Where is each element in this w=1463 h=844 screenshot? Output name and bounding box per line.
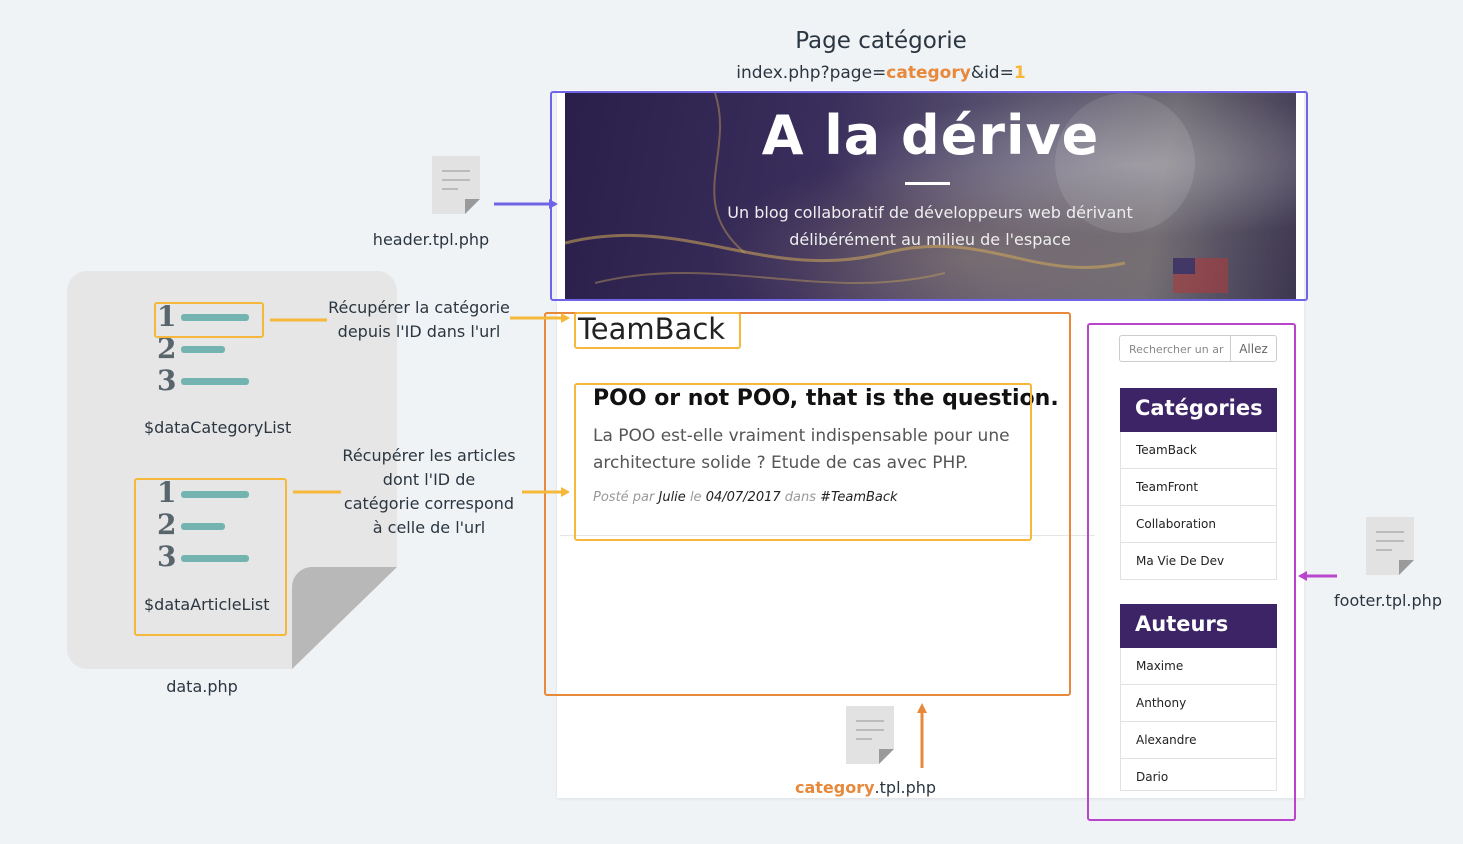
header-arrow-head (549, 199, 558, 209)
category-arrow-head (917, 703, 927, 713)
arrow-layer (270, 199, 1337, 768)
articles-note-arrow-head (561, 487, 570, 497)
footer-arrow-head (1298, 571, 1307, 581)
category-note-arrow-head (561, 313, 570, 323)
